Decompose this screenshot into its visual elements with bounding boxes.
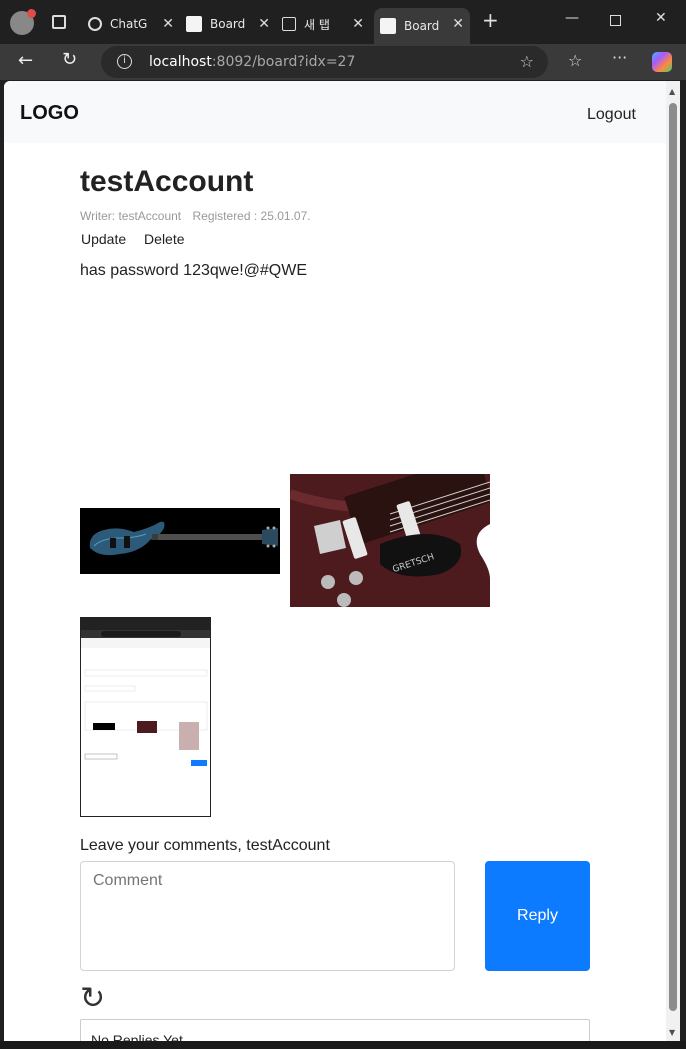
tab-board-active[interactable]: Board ✕ [374, 8, 470, 44]
update-link[interactable]: Update [81, 231, 126, 247]
info-icon[interactable]: i [117, 54, 132, 69]
tab-label: 새 탭 [304, 17, 330, 32]
url-host: localhost [149, 54, 212, 70]
post-registered: Registered : 25.01.07. [192, 209, 311, 223]
no-replies-text: No Replies Yet [91, 1032, 183, 1041]
browser-tab-bar: ChatG ✕ Board ✕ 새 탭 ✕ Board ✕ + — ✕ [0, 0, 686, 44]
tab-new-tab[interactable]: 새 탭 ✕ [282, 8, 370, 40]
maximize-button[interactable] [610, 15, 621, 26]
tab-label: Board [404, 19, 440, 33]
comment-input[interactable] [80, 861, 455, 971]
minimize-button[interactable]: — [565, 10, 579, 26]
post-meta: Writer: testAccount Registered : 25.01.0… [80, 209, 319, 223]
scroll-up-icon[interactable]: ▲ [669, 87, 675, 96]
post-content: has password 123qwe!@#QWE [80, 262, 308, 279]
more-icon[interactable]: ··· [612, 48, 627, 67]
post-actions: Update Delete [81, 231, 199, 247]
logo[interactable]: LOGO [20, 102, 79, 125]
replies-list: No Replies Yet [80, 1019, 590, 1041]
scrollbar-thumb[interactable] [669, 103, 677, 1011]
tab-label: ChatG [110, 17, 148, 31]
board-favicon-icon [186, 16, 202, 32]
tab-actions-icon[interactable] [52, 15, 66, 29]
refresh-icon[interactable]: ↻ [80, 981, 105, 1016]
delete-link[interactable]: Delete [144, 231, 184, 247]
favorites-icon[interactable]: ☆ [568, 51, 582, 70]
logout-link[interactable]: Logout [587, 106, 636, 124]
profile-avatar[interactable] [10, 9, 36, 35]
attachment-image-screenshot[interactable] [80, 617, 211, 817]
page-viewport: LOGO Logout testAccount Writer: testAcco… [4, 81, 666, 1041]
navbar: LOGO Logout [4, 81, 666, 143]
attachment-image-bass[interactable] [80, 508, 280, 574]
url-path: :8092/board?idx=27 [211, 54, 356, 70]
taskbar-strip [0, 1041, 686, 1049]
tab-chatgpt[interactable]: ChatG ✕ [88, 8, 180, 40]
url-field[interactable]: i localhost :8092/board?idx=27 ☆ [101, 46, 548, 78]
back-icon[interactable]: ← [18, 50, 33, 71]
scroll-down-icon[interactable]: ▼ [669, 1028, 675, 1037]
close-window-button[interactable]: ✕ [655, 10, 667, 26]
close-icon[interactable]: ✕ [452, 16, 464, 32]
page-scrollbar[interactable]: ▲ ▼ [666, 81, 680, 1041]
new-tab-icon [282, 17, 296, 31]
address-bar-row: ← ↻ i localhost :8092/board?idx=27 ☆ ☆ ·… [0, 44, 686, 80]
post-title: testAccount [80, 165, 254, 198]
reply-button[interactable]: Reply [485, 861, 590, 971]
close-icon[interactable]: ✕ [352, 16, 364, 32]
copilot-icon[interactable] [652, 52, 672, 72]
close-icon[interactable]: ✕ [162, 16, 174, 32]
attachment-image-bass-body[interactable]: GRETSCH [290, 474, 490, 607]
board-favicon-icon [380, 18, 396, 34]
new-tab-button[interactable]: + [482, 8, 499, 32]
tab-board-1[interactable]: Board ✕ [186, 8, 276, 40]
post-writer: Writer: testAccount [80, 209, 182, 223]
close-icon[interactable]: ✕ [258, 16, 270, 32]
reload-icon[interactable]: ↻ [62, 49, 77, 70]
tab-label: Board [210, 17, 246, 31]
chatgpt-icon [88, 17, 102, 31]
star-icon[interactable]: ☆ [520, 52, 534, 71]
comment-label: Leave your comments, testAccount [80, 837, 330, 854]
